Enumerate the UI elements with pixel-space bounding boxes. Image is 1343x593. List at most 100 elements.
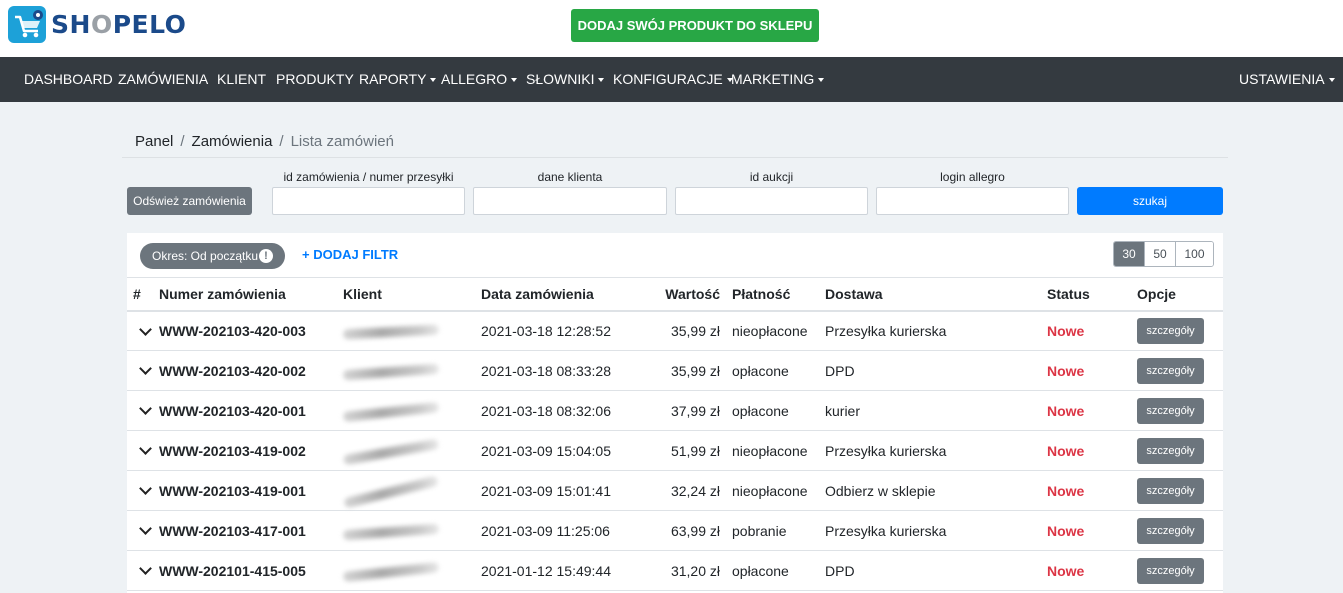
payment-status: opłacone xyxy=(732,550,825,591)
chevron-down-icon xyxy=(139,402,152,416)
details-button[interactable]: szczegóły xyxy=(1137,557,1204,584)
orders-table: # Numer zamówienia Klient Data zamówieni… xyxy=(127,277,1223,591)
payment-status: pobranie xyxy=(732,510,825,551)
col-number-header[interactable]: Numer zamówienia xyxy=(159,277,343,312)
order-status: Nowe xyxy=(1047,350,1137,391)
nav-config-dropdown[interactable]: KONFIGURACJE xyxy=(613,57,733,102)
details-button[interactable]: szczegóły xyxy=(1137,317,1204,344)
nav-marketing-dropdown[interactable]: MARKETING xyxy=(731,57,824,102)
client-data-input[interactable] xyxy=(473,187,667,215)
top-header: SHOPELO DODAJ SWÓJ PRODUKT DO SKLEPU xyxy=(0,0,1343,57)
auction-id-input[interactable] xyxy=(675,187,868,215)
chevron-down-icon xyxy=(139,522,152,536)
order-value: 63,99 zł xyxy=(611,510,732,551)
client-name-redacted xyxy=(342,310,481,351)
breadcrumb: Panel / Zamówienia / Lista zamówień xyxy=(135,133,394,150)
main-navbar: DASHBOARD ZAMÓWIENIA KLIENT PRODUKTY RAP… xyxy=(0,57,1343,102)
order-date: 2021-03-09 11:25:06 xyxy=(481,510,611,551)
expand-row-toggle[interactable] xyxy=(127,470,159,511)
order-date: 2021-03-18 08:32:06 xyxy=(481,390,611,431)
nav-client[interactable]: KLIENT xyxy=(217,57,266,102)
nav-dashboard[interactable]: DASHBOARD xyxy=(24,57,113,102)
delivery-method: DPD xyxy=(825,350,1047,391)
add-product-button[interactable]: DODAJ SWÓJ PRODUKT DO SKLEPU xyxy=(571,9,819,42)
redacted-client-blur xyxy=(342,401,440,422)
options-cell: szczegóły xyxy=(1137,350,1223,391)
add-filter-link[interactable]: + DODAJ FILTR xyxy=(302,247,398,262)
table-row[interactable]: WWW-202103-420-003 2021-03-18 12:28:52 35,… xyxy=(127,310,1223,351)
chevron-down-icon xyxy=(139,442,152,456)
table-row[interactable]: WWW-202101-415-005 2021-01-12 15:49:44 31,… xyxy=(127,550,1223,591)
options-cell: szczegóły xyxy=(1137,550,1223,591)
delivery-method: DPD xyxy=(825,550,1047,591)
details-button[interactable]: szczegóły xyxy=(1137,357,1204,384)
nav-products[interactable]: PRODUKTY xyxy=(276,57,354,102)
col-payment-header[interactable]: Płatność xyxy=(732,277,825,312)
order-status: Nowe xyxy=(1047,310,1137,351)
search-button[interactable]: szukaj xyxy=(1077,187,1223,215)
col-hash-header: # xyxy=(127,277,159,312)
order-date: 2021-01-12 15:49:44 xyxy=(481,550,611,591)
col-status-header[interactable]: Status xyxy=(1047,277,1137,312)
order-number: WWW-202103-417-001 xyxy=(159,510,343,551)
col-date-header[interactable]: Data zamówienia xyxy=(481,277,611,312)
details-button[interactable]: szczegóły xyxy=(1137,517,1204,544)
order-value: 31,20 zł xyxy=(611,550,732,591)
options-cell: szczegóły xyxy=(1137,310,1223,351)
expand-row-toggle[interactable] xyxy=(127,510,159,551)
nav-settings-dropdown[interactable]: USTAWIENIA xyxy=(1239,57,1335,102)
refresh-orders-button[interactable]: Odśwież zamówienia xyxy=(127,187,252,215)
order-number: WWW-202103-420-001 xyxy=(159,390,343,431)
order-number: WWW-202101-415-005 xyxy=(159,550,343,591)
table-header-row: # Numer zamówienia Klient Data zamówieni… xyxy=(127,277,1223,312)
delivery-method: Odbierz w sklepie xyxy=(825,470,1047,511)
period-filter-badge[interactable]: Okres: Od początku ! xyxy=(140,243,285,269)
nav-dictionaries-dropdown[interactable]: SŁOWNIKI xyxy=(526,57,604,102)
col-client-header[interactable]: Klient xyxy=(343,277,481,312)
table-row[interactable]: WWW-202103-420-001 2021-03-18 08:32:06 37,… xyxy=(127,390,1223,431)
redacted-client-blur xyxy=(342,438,440,466)
divider xyxy=(122,157,1228,158)
table-row[interactable]: WWW-202103-417-001 2021-03-09 11:25:06 63,… xyxy=(127,510,1223,551)
col-value-header[interactable]: Wartość xyxy=(611,277,732,312)
payment-status: nieopłacone xyxy=(732,310,825,351)
order-status: Nowe xyxy=(1047,430,1137,471)
order-number: WWW-202103-420-003 xyxy=(159,310,343,351)
client-name-redacted xyxy=(342,390,481,431)
expand-row-toggle[interactable] xyxy=(127,350,159,391)
page-size-option[interactable]: 50 xyxy=(1144,242,1175,266)
brand-name: SHOPELO xyxy=(51,10,187,39)
shopelo-logo[interactable]: SHOPELO xyxy=(8,6,186,43)
order-value: 37,99 zł xyxy=(611,390,732,431)
client-name-redacted xyxy=(342,430,481,471)
expand-row-toggle[interactable] xyxy=(127,430,159,471)
col-delivery-header[interactable]: Dostawa xyxy=(825,277,1047,312)
page-size-option[interactable]: 30 xyxy=(1114,242,1144,266)
nav-orders[interactable]: ZAMÓWIENIA xyxy=(118,57,208,102)
order-id-input[interactable] xyxy=(272,187,465,215)
delivery-method: kurier xyxy=(825,390,1047,431)
details-button[interactable]: szczegóły xyxy=(1137,437,1204,464)
order-id-label: id zamówienia / numer przesyłki xyxy=(283,170,454,184)
nav-config-label: KONFIGURACJE xyxy=(613,71,723,87)
details-button[interactable]: szczegóły xyxy=(1137,477,1204,504)
delivery-method: Przesyłka kurierska xyxy=(825,310,1047,351)
breadcrumb-orders[interactable]: Zamówienia xyxy=(192,133,273,150)
delivery-method: Przesyłka kurierska xyxy=(825,430,1047,471)
expand-row-toggle[interactable] xyxy=(127,310,159,351)
redacted-client-blur xyxy=(342,561,440,582)
table-row[interactable]: WWW-202103-420-002 2021-03-18 08:33:28 35,… xyxy=(127,350,1223,391)
table-row[interactable]: WWW-202103-419-002 2021-03-09 15:04:05 51,… xyxy=(127,430,1223,471)
nav-allegro-dropdown[interactable]: ALLEGRO xyxy=(441,57,517,102)
details-button[interactable]: szczegóły xyxy=(1137,397,1204,424)
col-options-header: Opcje xyxy=(1137,277,1223,312)
page-size-option[interactable]: 100 xyxy=(1175,242,1213,266)
exclamation-icon[interactable]: ! xyxy=(259,249,273,263)
allegro-login-input[interactable] xyxy=(876,187,1069,215)
expand-row-toggle[interactable] xyxy=(127,390,159,431)
expand-row-toggle[interactable] xyxy=(127,550,159,591)
chevron-down-icon xyxy=(139,362,152,376)
table-row[interactable]: WWW-202103-419-001 2021-03-09 15:01:41 32,… xyxy=(127,470,1223,511)
breadcrumb-panel[interactable]: Panel xyxy=(135,133,173,150)
nav-reports-dropdown[interactable]: RAPORTY xyxy=(359,57,436,102)
